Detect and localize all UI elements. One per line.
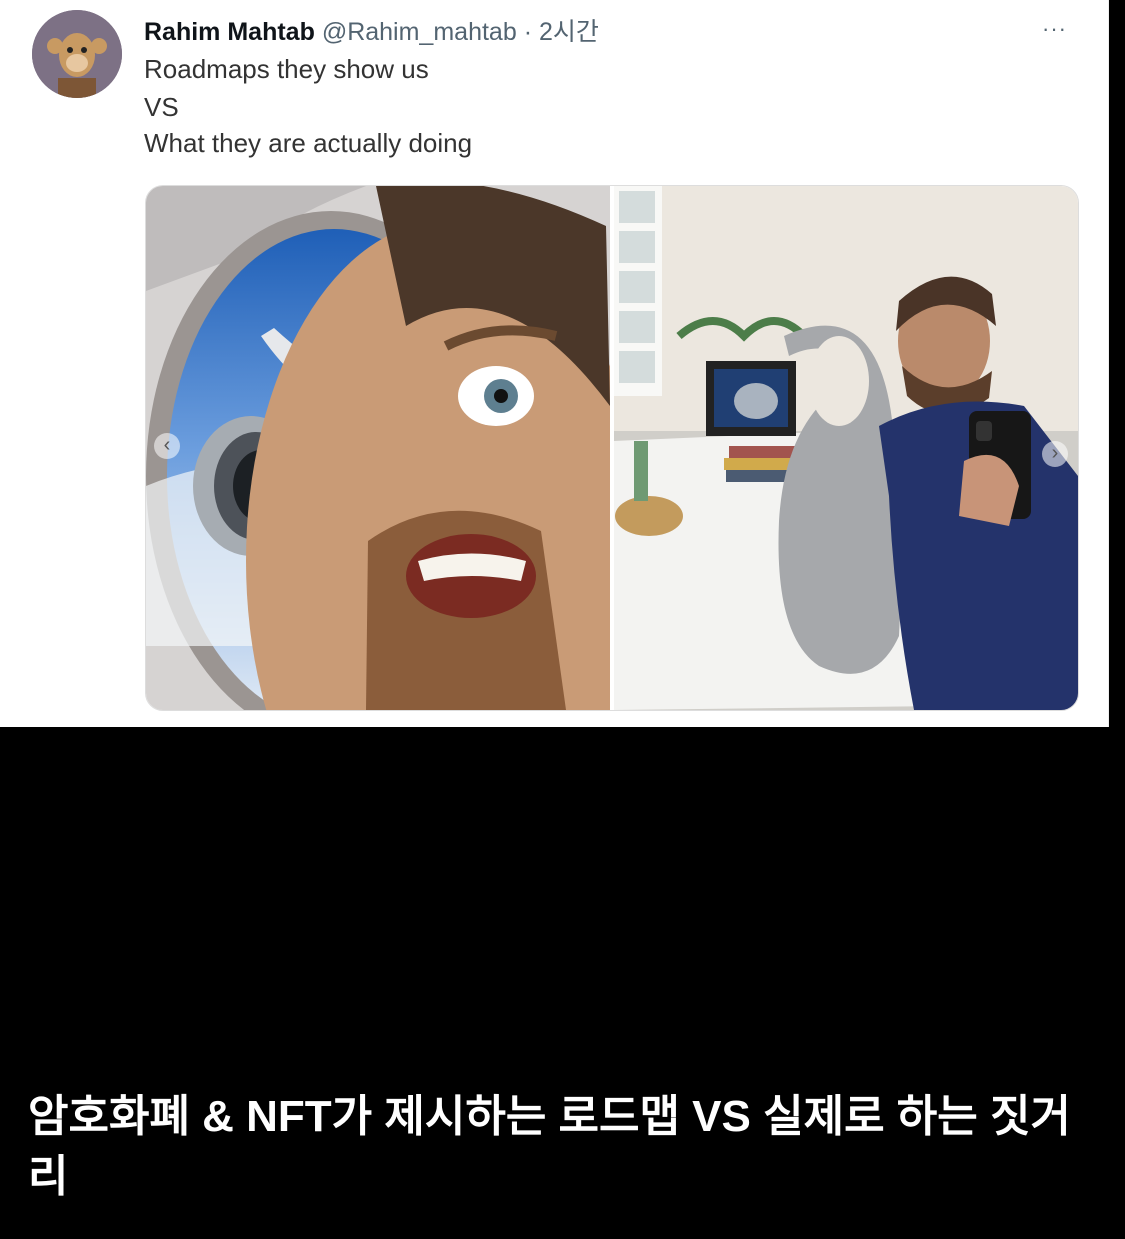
tweet-media[interactable]: ‹ › <box>145 185 1079 711</box>
separator: · <box>523 18 533 46</box>
timestamp[interactable]: 2시간 <box>539 18 599 46</box>
author-name[interactable]: Rahim Mahtab <box>144 18 315 46</box>
more-options-icon[interactable]: ··· <box>1042 16 1067 42</box>
avatar[interactable] <box>32 10 122 98</box>
previous-image-icon[interactable]: ‹ <box>154 433 180 459</box>
author-handle[interactable]: @Rahim_mahtab <box>322 18 517 46</box>
selfie-airplane-window-icon[interactable] <box>146 186 610 710</box>
caption-text: 암호화폐 & NFT가 제시하는 로드맵 VS 실제로 하는 짓거리 <box>28 1092 1071 1201</box>
tweet-card: Rahim Mahtab @Rahim_mahtab · 2시간 ··· Roa… <box>0 0 1109 727</box>
tweet-text-line-1: Roadmaps they show us <box>144 54 429 84</box>
tweet-header: Rahim Mahtab @Rahim_mahtab · 2시간 <box>144 12 599 48</box>
tweet-text-line-2: VS <box>144 92 179 122</box>
toilet-seat-window-icon[interactable] <box>614 186 1078 710</box>
tweet-text-line-3: What they are actually doing <box>144 128 473 158</box>
next-image-icon[interactable]: › <box>1042 441 1068 467</box>
